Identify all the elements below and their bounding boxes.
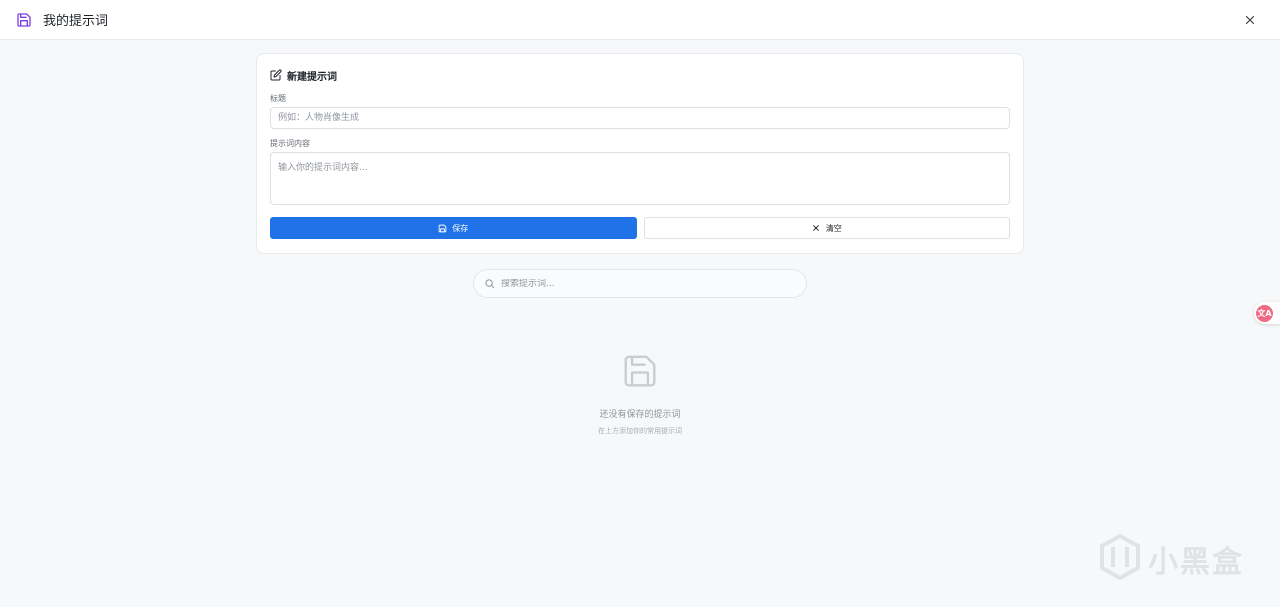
watermark-logo-icon [1098, 533, 1142, 585]
close-icon[interactable] [1242, 12, 1258, 28]
empty-state-subtitle: 在上方添加你的常用提示词 [598, 427, 682, 435]
action-buttons: 保存 清空 [270, 217, 1010, 239]
clear-button-label: 清空 [825, 223, 842, 233]
card-header: 新建提示词 [270, 68, 1010, 83]
close-icon [812, 224, 821, 233]
search-box [473, 269, 807, 298]
translate-icon: 文A [1256, 304, 1273, 322]
title-bar: 我的提示词 [0, 0, 1280, 40]
window-title: 我的提示词 [43, 14, 109, 29]
card-header-title: 新建提示词 [287, 71, 337, 83]
clear-button[interactable]: 清空 [643, 217, 1010, 239]
watermark: 小黑盒 [1098, 533, 1244, 585]
watermark-text: 小黑盒 [1148, 545, 1244, 580]
empty-state: 还没有保存的提示词 在上方添加你的常用提示词 [540, 352, 740, 436]
title-label: 标题 [270, 94, 286, 103]
content-textarea[interactable] [270, 152, 1010, 205]
edit-icon [270, 69, 282, 81]
save-icon [438, 224, 447, 233]
save-icon [621, 352, 659, 390]
content-label: 提示词内容 [270, 139, 310, 148]
new-prompt-card: 新建提示词 标题 提示词内容 保存 清空 [256, 53, 1024, 254]
save-icon [16, 12, 32, 28]
save-button[interactable]: 保存 [270, 217, 637, 239]
empty-state-title: 还没有保存的提示词 [599, 410, 681, 420]
title-input[interactable] [270, 107, 1010, 129]
translate-button[interactable]: 文A [1254, 302, 1280, 324]
save-button-label: 保存 [452, 223, 469, 233]
search-input[interactable] [501, 278, 791, 289]
search-icon [484, 278, 495, 289]
